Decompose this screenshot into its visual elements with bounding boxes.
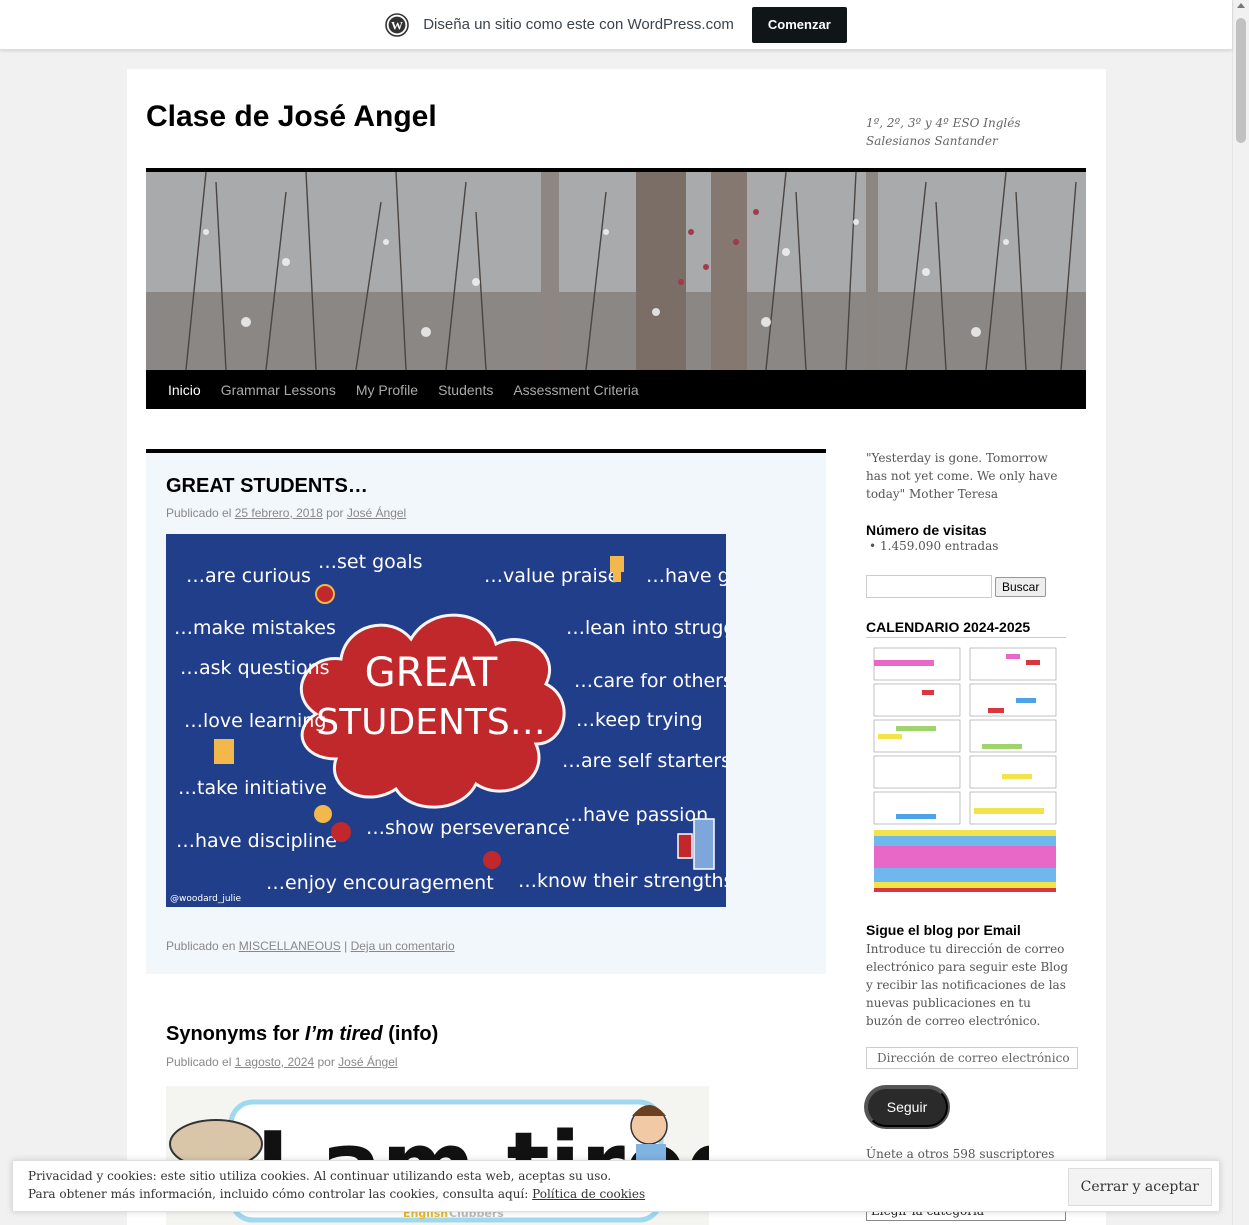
scroll-up-arrow-icon[interactable] bbox=[1237, 3, 1245, 8]
vertical-scrollbar[interactable] bbox=[1232, 0, 1249, 1225]
post-author-link[interactable]: José Ángel bbox=[338, 1055, 397, 1069]
calendar-thumbnail bbox=[866, 638, 1066, 900]
school-calendar-image[interactable] bbox=[866, 637, 1066, 900]
nav-item-grammar-lessons[interactable]: Grammar Lessons bbox=[211, 382, 346, 398]
phrase: …lean into struggle bbox=[566, 617, 726, 639]
visits-title: Número de visitas bbox=[866, 522, 987, 538]
cookie-banner: Privacidad y cookies: este sitio utiliza… bbox=[12, 1160, 1220, 1212]
follow-button[interactable]: Seguir bbox=[866, 1087, 948, 1127]
main-navigation: Inicio Grammar Lessons My Profile Studen… bbox=[146, 370, 1086, 409]
start-button[interactable]: Comenzar bbox=[751, 6, 847, 43]
phrase: …ask questions bbox=[180, 657, 330, 679]
promo-text: Diseña un sitio como este con WordPress.… bbox=[423, 16, 734, 33]
scrollbar-thumb[interactable] bbox=[1236, 18, 1246, 143]
title-emphasis: I’m tired bbox=[304, 1023, 383, 1045]
search-input[interactable] bbox=[866, 575, 992, 598]
title-suffix: (info) bbox=[382, 1023, 439, 1045]
post-title[interactable]: Synonyms for I’m tired (info) bbox=[166, 1023, 438, 1046]
post-meta: Publicado el 1 agosto, 2024 por José Áng… bbox=[166, 1055, 398, 1069]
nav-item-students[interactable]: Students bbox=[428, 382, 503, 398]
subscribers-count: Únete a otros 598 suscriptores bbox=[866, 1147, 1055, 1161]
phrase: …make mistakes bbox=[174, 617, 336, 639]
nav-item-inicio[interactable]: Inicio bbox=[158, 382, 211, 398]
page-container: Clase de José Angel 1º, 2º, 3º y 4º ESO … bbox=[127, 69, 1106, 1225]
meta-by: por bbox=[326, 506, 344, 520]
post-author-link[interactable]: José Ángel bbox=[347, 506, 406, 520]
title-text: Synonyms for bbox=[166, 1023, 305, 1045]
cookie-text-line2: Para obtener más información, incluido c… bbox=[28, 1187, 645, 1201]
phrase: …know their strengths bbox=[518, 870, 726, 892]
follow-title: Sigue el blog por Email bbox=[866, 922, 1021, 938]
post-date-link[interactable]: 1 agosto, 2024 bbox=[235, 1055, 314, 1069]
badge-icon bbox=[214, 739, 234, 764]
follow-description: Introduce tu dirección de correo electró… bbox=[866, 942, 1069, 1028]
phrase: …have discipline bbox=[176, 830, 337, 852]
phrase: …keep trying bbox=[576, 709, 703, 731]
comment-link[interactable]: Deja un comentario bbox=[351, 939, 455, 953]
apple-icon bbox=[483, 851, 501, 869]
search-button[interactable]: Buscar bbox=[995, 577, 1047, 597]
meta-prefix: Publicado el bbox=[166, 506, 232, 520]
cookie-policy-link[interactable]: Política de cookies bbox=[532, 1187, 645, 1201]
footer-separator: | bbox=[344, 939, 348, 953]
calendar-title: CALENDARIO 2024-2025 bbox=[866, 619, 1031, 635]
sidebar-quote: "Yesterday is gone. Tomorrow has not yet… bbox=[866, 451, 1058, 501]
close-and-accept-button[interactable]: Cerrar y aceptar bbox=[1067, 1168, 1212, 1206]
phrase: …set goals bbox=[318, 551, 423, 573]
header-image[interactable] bbox=[146, 168, 1086, 370]
site-title[interactable]: Clase de José Angel bbox=[146, 100, 437, 134]
wordpress-promo-bar: W Diseña un sitio como este con WordPres… bbox=[0, 0, 1232, 50]
post-footer: Publicado en MISCELLANEOUS | Deja un com… bbox=[166, 939, 455, 953]
post-title[interactable]: GREAT STUDENTS… bbox=[166, 475, 368, 498]
phrase: …value praise bbox=[484, 565, 619, 587]
phrase: …enjoy encouragement bbox=[266, 872, 494, 894]
phrase: …take initiative bbox=[178, 777, 327, 799]
phrase: …have passion bbox=[564, 804, 708, 826]
phrase: …are curious bbox=[186, 565, 311, 587]
phrase: …love learning bbox=[184, 710, 326, 732]
cookie-text-line1: Privacidad y cookies: este sitio utiliza… bbox=[28, 1169, 612, 1183]
meta-prefix: Publicado el bbox=[166, 1055, 232, 1069]
snowy-forest-illustration bbox=[146, 172, 1086, 370]
ribbon-icon bbox=[315, 584, 335, 604]
category-link[interactable]: MISCELLANEOUS bbox=[239, 939, 341, 953]
footer-prefix: Publicado en bbox=[166, 939, 236, 953]
great-students-poster: GREAT STUDENTS… …are curious …set goals … bbox=[166, 534, 726, 907]
email-field[interactable]: Dirección de correo electrónico bbox=[866, 1047, 1078, 1069]
post-meta: Publicado el 25 febrero, 2018 por José Á… bbox=[166, 506, 406, 520]
phrase: …have grit bbox=[646, 565, 726, 587]
wordpress-logo-icon[interactable]: W bbox=[385, 12, 410, 37]
meta-by: por bbox=[317, 1055, 335, 1069]
cookie-text-prefix: Para obtener más información, incluido c… bbox=[28, 1187, 529, 1201]
svg-text:W: W bbox=[391, 18, 403, 32]
visits-count: 1.459.090 entradas bbox=[866, 539, 998, 553]
cloud-text-students: STUDENTS… bbox=[316, 702, 545, 743]
nav-item-assessment-criteria[interactable]: Assessment Criteria bbox=[503, 382, 648, 398]
nav-item-my-profile[interactable]: My Profile bbox=[346, 382, 428, 398]
poster-credit: @woodard_julie bbox=[170, 894, 242, 904]
post-great-students: GREAT STUDENTS… Publicado el 25 febrero,… bbox=[146, 449, 826, 974]
site-description: 1º, 2º, 3º y 4º ESO Inglés Salesianos Sa… bbox=[866, 116, 1021, 148]
cloud-text-great: GREAT bbox=[365, 650, 498, 696]
great-students-image[interactable]: GREAT STUDENTS… …are curious …set goals … bbox=[166, 534, 726, 907]
phrase: …show perseverance bbox=[366, 817, 570, 839]
phrase: …are self starters bbox=[562, 750, 726, 772]
phrase: …care for others bbox=[574, 670, 726, 692]
post-date-link[interactable]: 25 febrero, 2018 bbox=[235, 506, 323, 520]
